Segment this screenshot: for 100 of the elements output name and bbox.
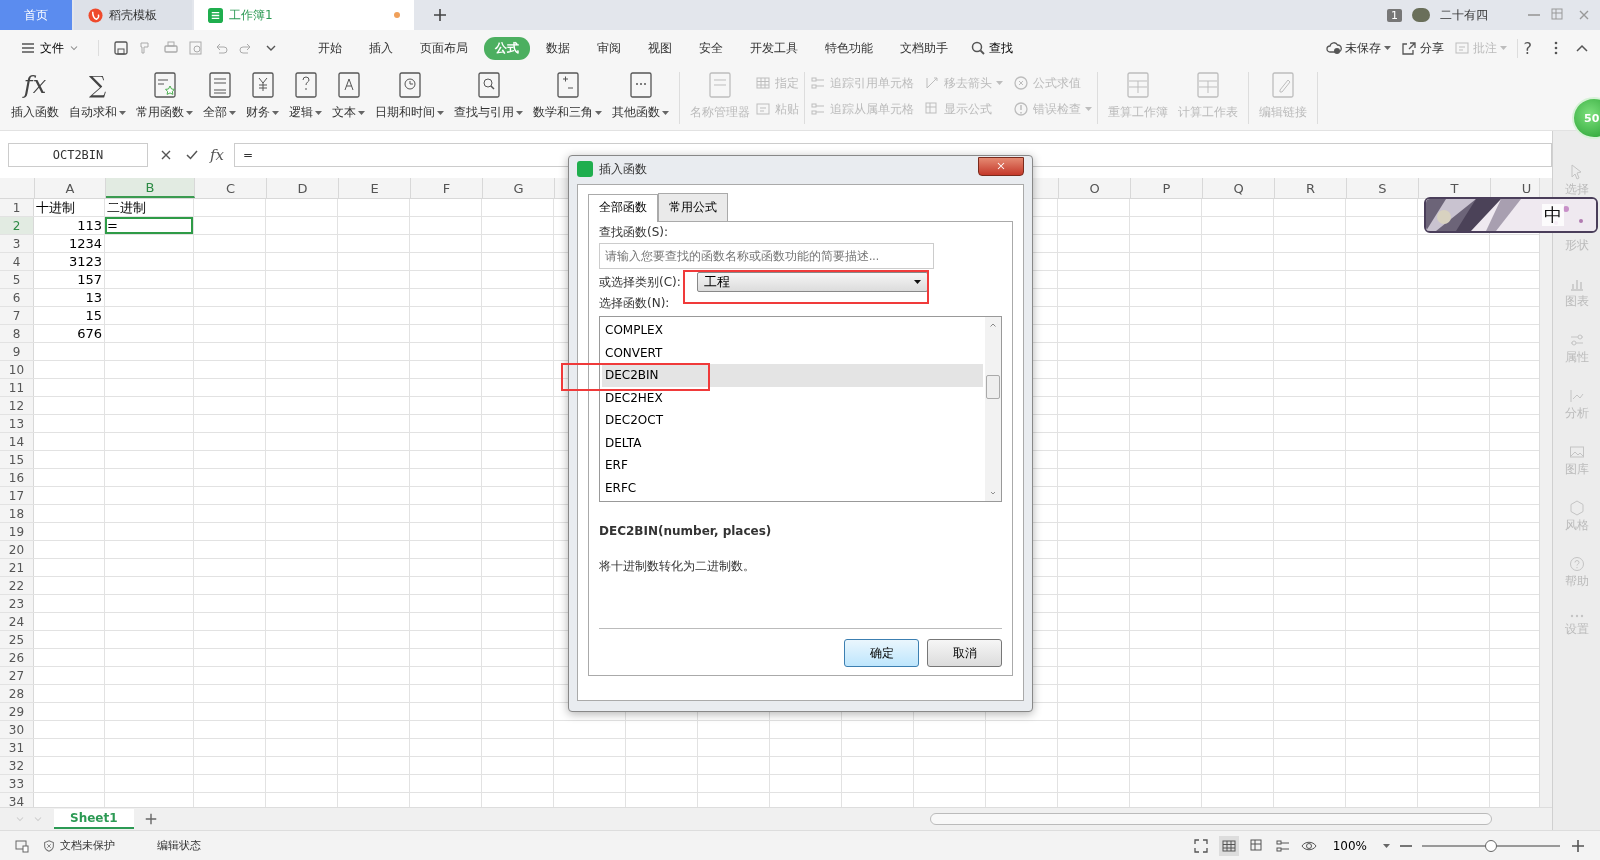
row-header[interactable]: 28 (0, 685, 34, 702)
menu-tab[interactable]: 文档助手 (889, 36, 959, 60)
row-header[interactable]: 33 (0, 775, 34, 792)
column-header[interactable]: C (195, 178, 267, 198)
row-header[interactable]: 3 (0, 235, 34, 252)
ribbon-button[interactable]: 其他函数 (607, 66, 674, 130)
ribbon-button[interactable]: 逻辑 (284, 66, 327, 130)
search-button[interactable]: 查找 (964, 38, 1019, 58)
column-header[interactable]: F (411, 178, 483, 198)
menu-tab[interactable]: 视图 (637, 36, 683, 60)
column-header[interactable]: B (106, 178, 195, 198)
ribbon-button[interactable]: 财务 (241, 66, 284, 130)
row-header[interactable]: 10 (0, 361, 34, 378)
row-header[interactable]: 23 (0, 595, 34, 612)
function-list-item[interactable]: DEC2HEX (602, 386, 983, 409)
row-header[interactable]: 8 (0, 325, 34, 342)
ribbon-button[interactable]: 常用函数 (131, 66, 198, 130)
ribbon-button[interactable]: 全部 (198, 66, 241, 130)
ribbon-button[interactable]: 日期和时间 (370, 66, 449, 130)
horizontal-scrollbar[interactable] (930, 813, 1492, 825)
category-dropdown[interactable]: 工程 (696, 272, 928, 292)
function-list-item[interactable]: DELTA (602, 431, 983, 454)
function-list-item[interactable]: CONVERT (602, 341, 983, 364)
close-button[interactable] (978, 156, 1024, 176)
dialog-tab[interactable]: 常用公式 (658, 193, 728, 221)
ribbon-button[interactable]: fx 插入函数 (6, 66, 64, 130)
row-header[interactable]: 7 (0, 307, 34, 324)
column-header[interactable]: R (1275, 178, 1347, 198)
row-header[interactable]: 16 (0, 469, 34, 486)
menu-tab[interactable]: 页面布局 (409, 36, 479, 60)
row-header[interactable]: 18 (0, 505, 34, 522)
insert-function-button[interactable]: fx (210, 145, 224, 164)
column-header[interactable]: Q (1203, 178, 1275, 198)
help-button[interactable]: ? (1516, 38, 1538, 58)
row-header[interactable]: 27 (0, 667, 34, 684)
window-count-badge[interactable]: 1 (1387, 8, 1402, 22)
row-header[interactable]: 25 (0, 631, 34, 648)
ribbon-button[interactable]: 数学和三角 (528, 66, 607, 130)
menu-tab[interactable]: 开始 (307, 36, 353, 60)
dialog-button[interactable]: 确定 (844, 639, 919, 667)
function-list-item[interactable]: ERF (602, 454, 983, 477)
document-tab[interactable]: 工作簿1 (194, 0, 414, 30)
row-header[interactable]: 1 (0, 199, 34, 216)
column-header[interactable]: T (1419, 178, 1491, 198)
row-header[interactable]: 19 (0, 523, 34, 540)
row-header[interactable]: 32 (0, 757, 34, 774)
row-header[interactable]: 29 (0, 703, 34, 720)
menu-tab[interactable]: 插入 (358, 36, 404, 60)
row-header[interactable]: 11 (0, 379, 34, 396)
column-header[interactable]: E (339, 178, 411, 198)
row-header[interactable]: 22 (0, 577, 34, 594)
dialog-tab[interactable]: 全部函数 (588, 194, 658, 222)
file-menu[interactable]: 文件 (14, 38, 86, 58)
ribbon-button[interactable]: 文本 (327, 66, 370, 130)
row-header[interactable]: 31 (0, 739, 34, 756)
zoom-level[interactable]: 100% (1326, 837, 1373, 854)
ribbon-button[interactable]: 查找与引用 (449, 66, 528, 130)
ribbon-button[interactable]: ∑ 自动求和 (64, 66, 131, 130)
menu-tab[interactable]: 安全 (688, 36, 734, 60)
function-list-item[interactable]: DEC2BIN (602, 364, 983, 387)
row-header[interactable]: 6 (0, 289, 34, 306)
row-header[interactable]: 4 (0, 253, 34, 270)
toolbar-action[interactable]: 未保存 (1325, 39, 1391, 57)
menu-tab[interactable]: 审阅 (586, 36, 632, 60)
menu-tab[interactable]: 特色功能 (814, 36, 884, 60)
row-header[interactable]: 26 (0, 649, 34, 666)
row-header[interactable]: 17 (0, 487, 34, 504)
row-header[interactable]: 15 (0, 451, 34, 468)
sheet-tab[interactable]: Sheet1 (54, 809, 134, 829)
document-tab[interactable]: 稻壳模板 (74, 0, 192, 30)
function-list-item[interactable]: DEC2OCT (602, 409, 983, 432)
row-header[interactable]: 21 (0, 559, 34, 576)
user-name[interactable]: 二十有四 (1440, 6, 1488, 24)
column-header[interactable]: O (1059, 178, 1131, 198)
row-header[interactable]: 5 (0, 271, 34, 288)
column-header[interactable]: P (1131, 178, 1203, 198)
column-header[interactable]: G (483, 178, 555, 198)
row-header[interactable]: 30 (0, 721, 34, 738)
toolbar-action[interactable]: 分享 (1400, 39, 1444, 57)
row-header[interactable]: 14 (0, 433, 34, 450)
row-header[interactable]: 12 (0, 397, 34, 414)
row-header[interactable]: 24 (0, 613, 34, 630)
row-header[interactable]: 9 (0, 343, 34, 360)
dialog-button[interactable]: 取消 (927, 639, 1002, 667)
column-header[interactable]: S (1347, 178, 1419, 198)
function-list-item[interactable]: ERFC (602, 476, 983, 499)
menu-tab[interactable]: 数据 (535, 36, 581, 60)
scrollbar-thumb[interactable] (986, 375, 1000, 399)
name-box[interactable]: OCT2BIN (8, 142, 148, 167)
zoom-slider[interactable] (1485, 839, 1497, 852)
function-list-item[interactable]: COMPLEX (602, 319, 983, 342)
menu-tab[interactable]: 开发工具 (739, 36, 809, 60)
row-header[interactable]: 20 (0, 541, 34, 558)
column-header[interactable]: D (267, 178, 339, 198)
search-field[interactable]: 请输入您要查找的函数名称或函数功能的简要描述... (599, 243, 934, 269)
row-header[interactable]: 13 (0, 415, 34, 432)
row-header[interactable]: 2 (0, 217, 34, 234)
input-mode-label[interactable]: 中 (1542, 204, 1564, 226)
protection-status[interactable]: 文档未保护 (60, 838, 115, 853)
row-header[interactable]: 34 (0, 793, 34, 807)
